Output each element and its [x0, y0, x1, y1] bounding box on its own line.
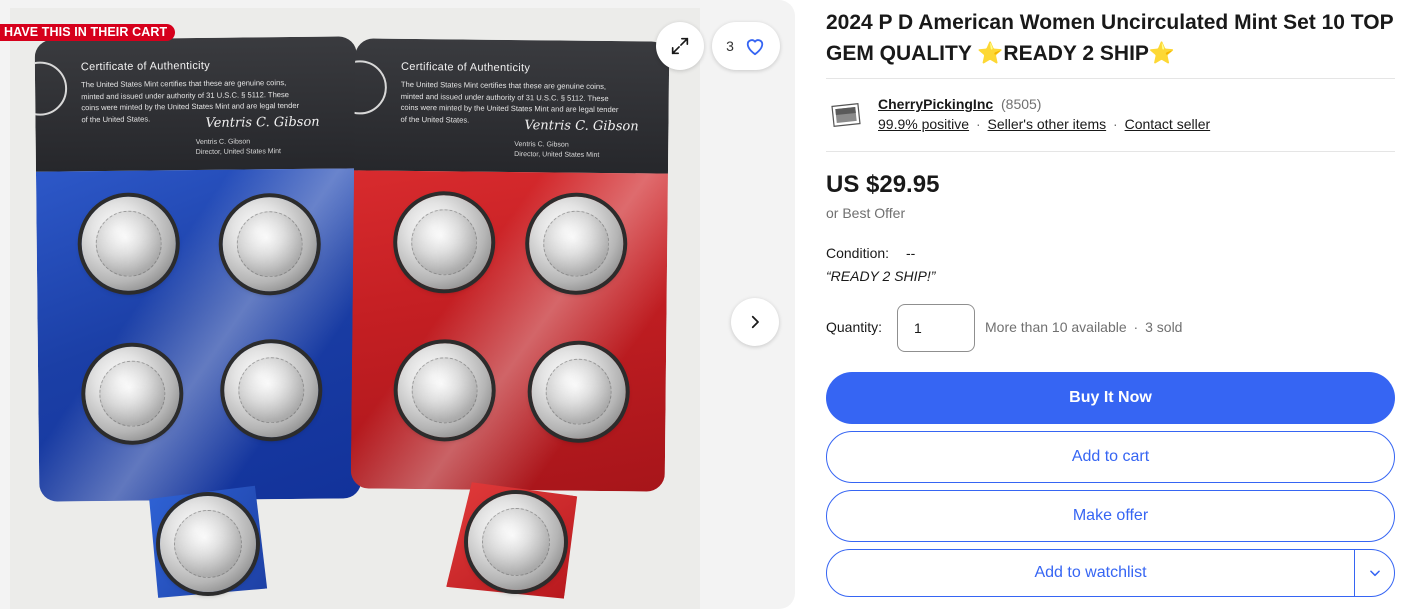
loose-coin	[468, 494, 564, 590]
available-count: More than 10 available	[985, 319, 1127, 335]
watchlist-split-button: Add to watchlist	[826, 549, 1395, 597]
chevron-right-icon	[751, 315, 759, 329]
price: US $29.95	[826, 171, 940, 198]
seller-other-items-link[interactable]: Seller's other items	[988, 116, 1107, 132]
condition-value: --	[906, 245, 916, 261]
watchlist-dropdown-button[interactable]	[1354, 550, 1394, 596]
image-gallery: Certificate of Authenticity The United S…	[0, 0, 795, 609]
seller-name-link[interactable]: CherryPickingInc	[878, 96, 993, 112]
coin	[81, 196, 177, 292]
add-to-watchlist-button[interactable]: Add to watchlist	[827, 550, 1354, 596]
seller-positive-link[interactable]: 99.9% positive	[878, 116, 969, 132]
quantity-label: Quantity:	[826, 319, 883, 335]
separator: ·	[975, 116, 981, 132]
contact-seller-link[interactable]: Contact seller	[1125, 116, 1211, 132]
chevron-down-icon	[1369, 570, 1380, 577]
heart-icon	[746, 39, 764, 56]
divider	[826, 78, 1395, 79]
certificate-signer: Ventris C. Gibson Director, United State…	[514, 141, 600, 159]
blue-coin-card: Certificate of Authenticity The United S…	[34, 36, 362, 502]
coin	[397, 342, 493, 438]
listing-title: 2024 P D American Women Uncirculated Min…	[826, 11, 1394, 65]
next-image-button[interactable]	[731, 298, 779, 346]
condition-label: Condition:	[826, 245, 890, 261]
coin	[223, 342, 319, 438]
expand-image-button[interactable]	[656, 22, 704, 70]
divider	[826, 151, 1395, 152]
seller-info: CherryPickingInc (8505) 99.9% positive ·…	[826, 96, 1396, 136]
sold-count: 3 sold	[1145, 319, 1183, 335]
certificate-signer: Ventris C. Gibson Director, United State…	[195, 138, 282, 157]
certificate-title: Certificate of Authenticity	[401, 60, 531, 75]
product-photo[interactable]: Certificate of Authenticity The United S…	[10, 8, 700, 609]
seller-feedback-count: (8505)	[1001, 96, 1042, 112]
cart-status-badge: HAVE THIS IN THEIR CART	[0, 24, 176, 41]
best-offer-label: or Best Offer	[826, 205, 906, 221]
loose-coin	[160, 496, 256, 592]
coin	[528, 196, 624, 292]
seller-avatar[interactable]	[830, 100, 862, 132]
buy-it-now-button[interactable]: Buy It Now	[826, 372, 1395, 424]
condition-note: “READY 2 SHIP!”	[826, 268, 936, 284]
watch-count-button[interactable]: 3	[712, 22, 780, 70]
coin	[222, 196, 318, 292]
expand-icon	[671, 37, 689, 55]
coin	[84, 346, 180, 442]
certificate-signature: Ventris C. Gibson	[205, 114, 320, 131]
certificate-title: Certificate of Authenticity	[80, 59, 211, 74]
add-to-cart-button[interactable]: Add to cart	[826, 431, 1395, 483]
separator: ·	[1113, 116, 1118, 132]
quantity-availability: More than 10 available · 3 sold	[985, 319, 1182, 335]
watch-count: 3	[726, 38, 734, 54]
seller-links: 99.9% positive · Seller's other items · …	[878, 116, 1210, 132]
make-offer-button[interactable]: Make offer	[826, 490, 1395, 542]
coin	[531, 344, 627, 440]
red-coin-card: Certificate of Authenticity The United S…	[350, 38, 670, 492]
certificate-signature: Ventris C. Gibson	[524, 118, 639, 135]
quantity-input[interactable]	[897, 304, 975, 352]
coin	[396, 194, 492, 290]
separator: ·	[1133, 319, 1139, 335]
